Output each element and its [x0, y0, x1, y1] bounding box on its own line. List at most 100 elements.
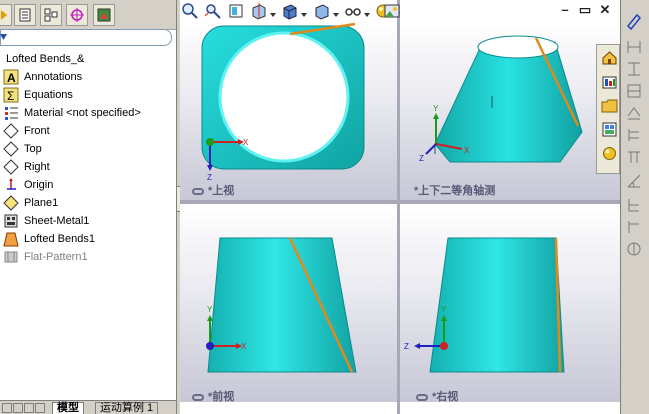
tree-item-label: Front: [24, 125, 50, 137]
previous-view-icon: [229, 4, 243, 18]
axis-x-label: X: [243, 138, 249, 147]
axis-x-label: X: [464, 146, 470, 155]
tab-nav-next-button[interactable]: [24, 403, 34, 413]
feature-tree-icon: [1, 10, 7, 20]
baseline-dimension-icon[interactable]: [625, 82, 643, 100]
tab-motion-study[interactable]: 运动算例 1: [95, 402, 159, 414]
file-explorer-tab[interactable]: [599, 95, 619, 115]
tree-item-flat-pattern1[interactable]: Flat-Pattern1: [0, 248, 176, 266]
hide-show-dropdown[interactable]: [364, 8, 370, 17]
section-view-dropdown[interactable]: [270, 8, 276, 17]
axis-z-label: Z: [207, 173, 212, 182]
magnifier-icon: [182, 3, 198, 19]
viewport-top-name: *上视: [208, 185, 235, 197]
front-view-triad: Y X: [206, 305, 247, 351]
appearance-sphere-icon: [602, 146, 616, 160]
tree-item-material[interactable]: Material <not specified>: [0, 104, 176, 122]
horizontal-dimension-icon[interactable]: [625, 38, 643, 56]
tree-item-top-plane[interactable]: Top: [0, 140, 176, 158]
viewport-iso-label: *上下二等角轴测: [414, 185, 496, 197]
tree-root-part[interactable]: Lofted Bends_&: [0, 50, 176, 68]
angular-dimension-icon[interactable]: [625, 172, 643, 190]
dimxpert-tool-icon[interactable]: [625, 218, 643, 236]
viewport-front-name: *前视: [208, 391, 235, 402]
tab-dimxpert[interactable]: [66, 4, 88, 26]
bottom-tab-bar: 模型 运动算例 1: [0, 400, 176, 414]
viewport-top[interactable]: X Z *上视: [180, 22, 397, 200]
right-view-triad: Y Z: [404, 305, 448, 351]
zoom-to-fit-button[interactable]: [180, 1, 200, 21]
scene-icon: [384, 4, 400, 18]
tab-featuremanager[interactable]: [0, 4, 12, 26]
restore-button[interactable]: ▭: [578, 3, 592, 17]
tab-configurationmanager[interactable]: [40, 4, 62, 26]
flat-pattern-icon: [3, 249, 19, 265]
tree-item-equations[interactable]: Σ Equations: [0, 86, 176, 104]
tree-item-label: Plane1: [24, 197, 59, 209]
design-library-tab[interactable]: [599, 71, 619, 91]
close-button[interactable]: ✕: [598, 3, 612, 17]
previous-view-button[interactable]: [226, 1, 246, 21]
smart-dimension-button[interactable]: [623, 10, 645, 32]
axis-y-label: Y: [441, 305, 447, 314]
tree-item-plane1[interactable]: Plane1: [0, 194, 176, 212]
ordinate-dimension-icon[interactable]: [625, 126, 643, 144]
design-library-icon: [602, 76, 616, 88]
zoom-area-icon: [204, 4, 221, 19]
view-palette-icon: [602, 122, 616, 136]
display-style-button[interactable]: [312, 1, 332, 21]
top-view-triad: X Z: [206, 138, 249, 182]
feature-filter-bar[interactable]: [0, 29, 172, 46]
tab-propertymanager[interactable]: [14, 4, 36, 26]
task-pane-tabs: [596, 44, 620, 174]
tab-nav-last-button[interactable]: [35, 403, 45, 413]
configuration-manager-icon: [44, 8, 58, 22]
appearances-scenes-tab[interactable]: [599, 143, 619, 163]
axis-z-label: Z: [419, 154, 424, 163]
apply-scene-button[interactable]: [382, 1, 402, 21]
tree-item-label: Top: [24, 143, 42, 155]
tree-item-label: Origin: [24, 179, 54, 191]
viewport-right-label: *右视: [416, 388, 458, 402]
home-icon: [602, 50, 616, 64]
section-view-button[interactable]: [249, 1, 269, 21]
tree-item-sheet-metal1[interactable]: Sheet-Metal1: [0, 212, 176, 230]
view-palette-tab[interactable]: [599, 119, 619, 139]
minimize-button[interactable]: –: [558, 3, 572, 17]
chain-dimension-icon[interactable]: [625, 104, 643, 122]
view-orientation-button[interactable]: [280, 1, 300, 21]
viewport-front[interactable]: Y X *前视: [180, 204, 397, 402]
iso-view-triad: Y X Z: [419, 104, 470, 163]
axis-y-label: Y: [207, 305, 213, 314]
svg-text:A: A: [7, 71, 16, 85]
viewport-right[interactable]: Y Z *右视: [400, 204, 620, 402]
view-orientation-dropdown[interactable]: [301, 8, 307, 17]
solidworks-resources-tab[interactable]: [599, 47, 619, 67]
tree-item-right-plane[interactable]: Right: [0, 158, 176, 176]
material-icon: [3, 105, 19, 121]
dimxpert-icon: [70, 8, 84, 22]
vertical-dimension-icon[interactable]: [625, 60, 643, 78]
tree-item-origin[interactable]: Origin: [0, 176, 176, 194]
equations-icon: Σ: [3, 87, 19, 103]
tree-item-lofted-bends1[interactable]: Lofted Bends1: [0, 230, 176, 248]
viewport-isometric[interactable]: Y X Z *上下二等角轴测: [400, 22, 620, 200]
sheet-metal-icon: [3, 213, 19, 229]
tab-nav-prev-button[interactable]: [13, 403, 23, 413]
solidworks-window: Lofted Bends_& A Annotations Σ Equations…: [0, 0, 649, 414]
pattern-feature-icon[interactable]: [625, 240, 643, 258]
hide-show-items-button[interactable]: [343, 1, 363, 21]
plane-icon: [3, 123, 19, 139]
vertical-ordinate-icon[interactable]: [625, 148, 643, 166]
dimension-icon: [626, 13, 642, 30]
feature-manager-panel: Lofted Bends_& A Annotations Σ Equations…: [0, 0, 176, 414]
property-manager-icon: [19, 8, 31, 22]
display-style-dropdown[interactable]: [333, 8, 339, 17]
fully-define-sketch-icon[interactable]: [625, 196, 643, 214]
tab-model[interactable]: 模型: [52, 402, 84, 414]
tab-display-manager[interactable]: [93, 4, 115, 26]
tree-item-annotations[interactable]: A Annotations: [0, 68, 176, 86]
tree-item-front-plane[interactable]: Front: [0, 122, 176, 140]
tab-nav-first-button[interactable]: [2, 403, 12, 413]
zoom-to-area-button[interactable]: [203, 1, 223, 21]
